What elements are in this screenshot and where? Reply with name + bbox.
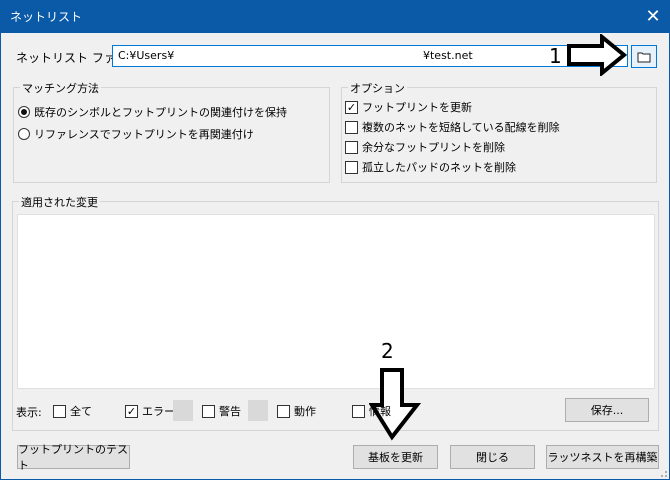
filter-info-label: 情報 (369, 405, 391, 418)
warning-color-swatch[interactable] (248, 400, 268, 421)
filter-all[interactable]: 全て (53, 403, 92, 419)
filter-warning-label: 警告 (219, 405, 241, 418)
checkbox-delete-shorting-tracks[interactable] (345, 120, 358, 134)
checkbox-delete-isolated-pad-nets[interactable] (345, 160, 358, 174)
checkbox-filter-warning[interactable] (202, 404, 215, 418)
browse-button[interactable] (631, 45, 657, 68)
check-delete-isolated-pad-nets-label: 孤立したパッドのネットを削除 (362, 161, 516, 174)
check-delete-isolated-pad-nets[interactable]: 孤立したパッドのネットを削除 (345, 159, 516, 175)
check-update-footprints-label: フットプリントを更新 (362, 101, 472, 114)
annotation-number-1: 1 (549, 44, 562, 68)
test-footprints-button[interactable]: フットプリントのテスト (17, 443, 130, 472)
check-delete-shorting-tracks-label: 複数のネットを短絡している配線を削除 (362, 121, 560, 134)
checkbox-update-footprints[interactable]: ✓ (345, 100, 358, 114)
radio-keep-associations-label: 既存のシンボルとフットプリントの関連付けを保持 (34, 106, 287, 119)
filter-all-label: 全て (70, 405, 92, 418)
changes-report-area[interactable] (17, 214, 655, 389)
options-title: オプション (348, 80, 407, 96)
check-delete-extra-footprints-label: 余分なフットプリントを削除 (362, 141, 505, 154)
filter-error[interactable]: ✓ エラー (125, 403, 175, 419)
rebuild-ratsnest-button[interactable]: ラッツネストを再構築 (546, 445, 659, 469)
filter-action[interactable]: 動作 (277, 403, 316, 419)
annotation-number-2: 2 (381, 339, 394, 363)
folder-icon (637, 52, 651, 62)
file-path-start: C:¥Users¥ (118, 49, 175, 62)
matching-method-title: マッチング方法 (20, 80, 101, 96)
check-delete-shorting-tracks[interactable]: 複数のネットを短絡している配線を削除 (345, 119, 560, 135)
radio-reassociate-by-reference[interactable]: リファレンスでフットプリントを再関連付け (18, 126, 254, 142)
check-update-footprints[interactable]: ✓ フットプリントを更新 (345, 99, 472, 115)
check-delete-extra-footprints[interactable]: 余分なフットプリントを削除 (345, 139, 505, 155)
radio-keep-associations[interactable]: 既存のシンボルとフットプリントの関連付けを保持 (18, 104, 287, 120)
file-path-end: ¥test.net (423, 49, 473, 62)
checkbox-delete-extra-footprints[interactable] (345, 140, 358, 154)
checkbox-filter-info[interactable] (352, 404, 365, 418)
checkbox-filter-all[interactable] (53, 404, 66, 418)
filter-error-label: エラー (142, 405, 175, 418)
close-button[interactable]: 閉じる (450, 445, 535, 469)
radio-reassociate-indicator[interactable] (18, 128, 30, 140)
title-bar: ネットリスト ✕ (0, 0, 670, 33)
filter-info[interactable]: 情報 (352, 403, 391, 419)
radio-reassociate-label: リファレンスでフットプリントを再関連付け (34, 128, 254, 141)
window-title: ネットリスト (10, 10, 83, 24)
save-report-button[interactable]: 保存... (565, 398, 649, 422)
annotation-arrow-right (567, 34, 628, 76)
filter-warning[interactable]: 警告 (202, 403, 241, 419)
checkbox-filter-action[interactable] (277, 404, 290, 418)
radio-keep-associations-indicator[interactable] (18, 106, 30, 118)
close-icon[interactable]: ✕ (636, 0, 670, 33)
error-color-swatch[interactable] (173, 400, 193, 421)
applied-changes-title: 適用された変更 (19, 194, 100, 210)
update-board-button[interactable]: 基板を更新 (353, 445, 438, 469)
filter-action-label: 動作 (294, 405, 316, 418)
checkbox-filter-error[interactable]: ✓ (125, 404, 138, 418)
filter-label: 表示: (16, 406, 42, 419)
resize-grip-icon[interactable] (658, 468, 668, 478)
